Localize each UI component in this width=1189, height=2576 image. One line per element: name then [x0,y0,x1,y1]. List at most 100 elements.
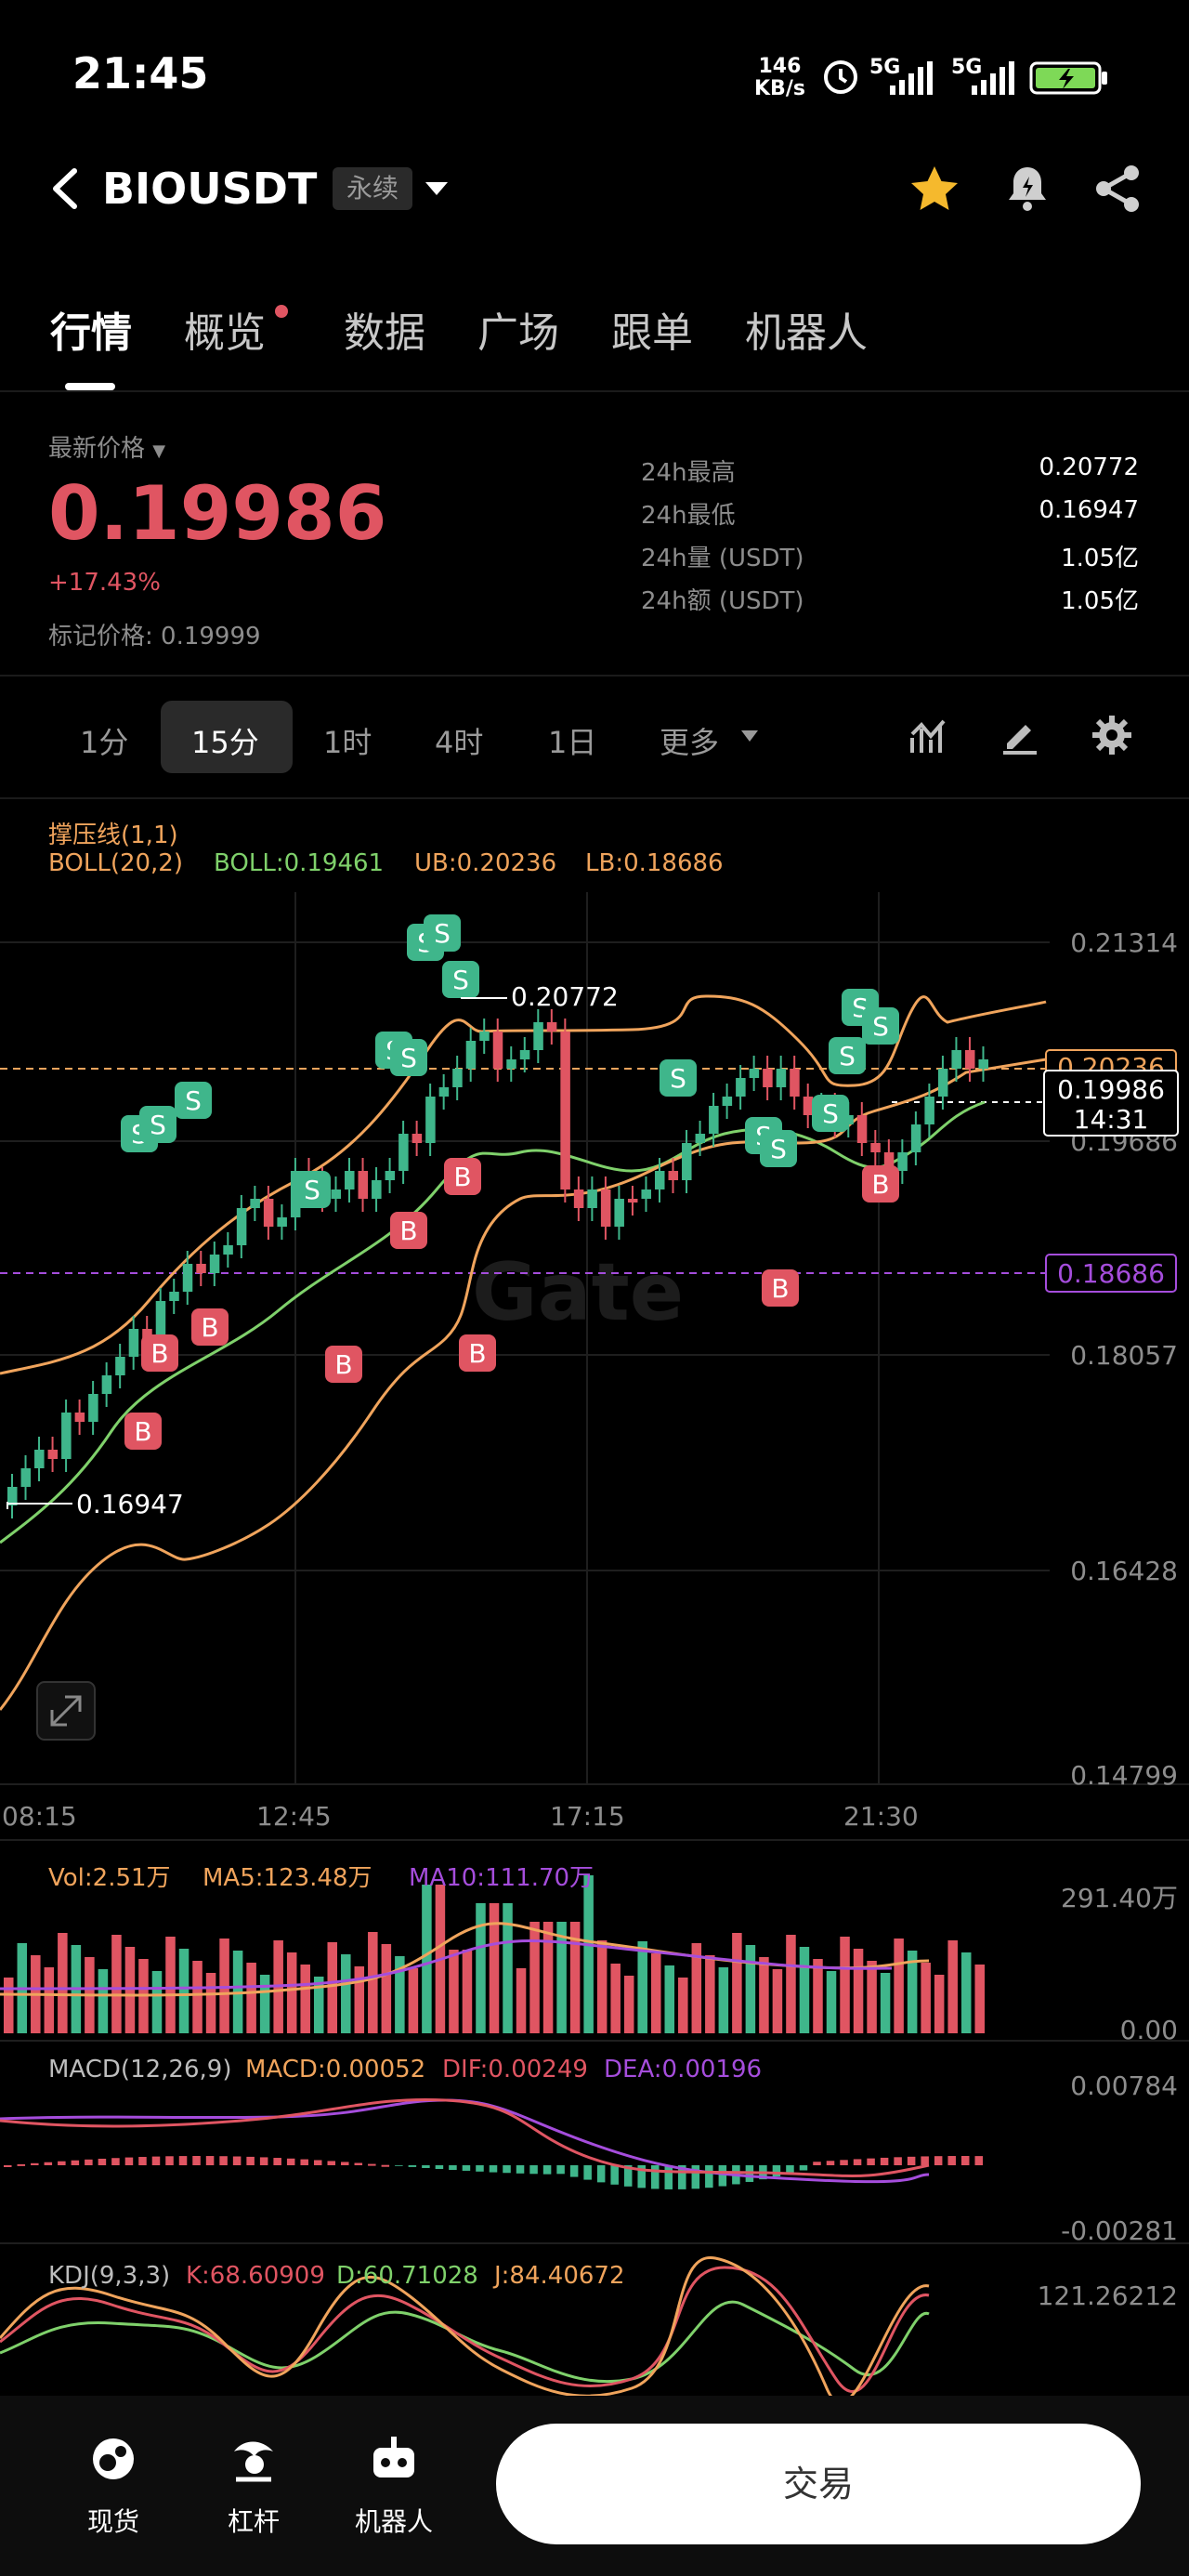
interval-more[interactable]: 更多 [660,719,719,762]
volume-bar [205,1973,216,2033]
sell-marker[interactable]: S [175,1082,212,1119]
macd-name: MACD(12,26,9) [48,2056,232,2083]
macd-bar [476,2165,484,2172]
candle [182,1264,193,1292]
interval-4h[interactable]: 4时 [435,719,483,762]
candle [61,1413,72,1459]
candle [385,1171,396,1180]
tab-square[interactable]: 广场 [477,299,559,359]
sell-marker[interactable]: S [812,1095,849,1132]
sell-marker[interactable]: S [829,1037,866,1074]
symbol-title[interactable]: BIOUSDT [102,164,317,214]
candle [790,1069,800,1097]
sell-marker[interactable]: S [442,961,479,998]
tab-bots[interactable]: 机器人 [745,299,868,359]
spot-icon[interactable] [89,2435,137,2483]
macd-bar [219,2156,228,2165]
y-axis-label: 0.21314 [1070,927,1178,958]
svg-text:B: B [771,1273,789,1304]
volume-bar [58,1933,68,2033]
interval-1h[interactable]: 1时 [323,719,372,762]
sell-marker[interactable]: S [390,1039,427,1076]
buy-marker[interactable]: B [141,1334,178,1372]
kdj-j: J:84.40672 [494,2262,625,2290]
kline-chart[interactable]: Gate SSSSSSSSSSSSSSSSBBBBBBBBB 0.20772 0… [0,892,1189,2398]
draw-tool-icon[interactable] [1000,716,1040,756]
sell-marker[interactable]: S [660,1059,697,1097]
macd-bar [556,2165,565,2175]
volume-bar [934,1975,945,2033]
svg-text:S: S [839,1041,856,1071]
nav-bots-label[interactable]: 机器人 [343,2502,445,2539]
macd-bar [691,2165,700,2189]
tab-data[interactable]: 数据 [344,299,425,359]
buy-marker[interactable]: B [459,1334,496,1372]
candle [20,1468,32,1487]
buy-marker[interactable]: B [325,1346,362,1383]
nav-spot-label[interactable]: 现货 [62,2502,164,2539]
tab-market[interactable]: 行情 [50,299,132,359]
svg-text:B: B [871,1169,889,1200]
macd-bar [138,2157,147,2165]
fullscreen-icon[interactable] [36,1681,96,1741]
macd-dea: DEA:0.00196 [604,2056,763,2083]
trade-button[interactable]: 交易 [496,2424,1141,2544]
macd-bar [435,2165,444,2170]
sell-marker[interactable]: S [862,1007,899,1045]
buy-marker[interactable]: B [762,1269,799,1307]
indicators-icon[interactable] [908,716,949,756]
sell-marker[interactable]: S [294,1171,331,1208]
vol-axis-top: 291.40万 [1061,1883,1178,1913]
tab-copy-trading[interactable]: 跟单 [611,299,693,359]
share-icon[interactable] [1092,164,1143,214]
volume-bar [596,1940,608,2033]
favorite-star-icon[interactable] [908,164,960,214]
macd-dif: DIF:0.00249 [442,2056,588,2083]
candle [749,1069,760,1078]
macd-bar [232,2156,242,2165]
buy-marker[interactable]: B [191,1308,229,1346]
macd-bar [327,2161,336,2165]
buy-marker[interactable]: B [862,1165,899,1203]
volume-bar [300,1965,310,2033]
candle [614,1199,624,1227]
contract-type-tag[interactable]: 永续 [333,167,412,210]
svg-text:B: B [453,1162,471,1192]
sell-marker[interactable]: S [424,914,461,952]
battery-icon [1029,61,1107,95]
nav-leverage-label[interactable]: 杠杆 [203,2502,305,2539]
macd-bar [449,2165,457,2171]
price-alert-bell-icon[interactable] [1003,164,1052,214]
candle [856,1115,868,1143]
mark-price: 标记价格: 0.19999 [48,623,261,651]
macd-bar [867,2158,875,2165]
candle [492,1032,503,1069]
buy-marker[interactable]: B [124,1413,162,1450]
interval-15m[interactable]: 15分 [191,719,259,762]
macd-axis-top: 0.00784 [1070,2070,1178,2101]
settings-gear-icon[interactable] [1091,714,1133,756]
x-axis-label: 17:15 [550,1801,625,1832]
notification-dot [275,305,288,318]
candle [277,1217,287,1227]
macd-bar [529,2165,538,2175]
buy-marker[interactable]: B [390,1212,427,1249]
sell-marker[interactable]: S [760,1130,797,1167]
interval-1m[interactable]: 1分 [80,719,128,762]
macd-bar [772,2165,781,2177]
back-icon[interactable] [46,165,84,212]
interval-1d[interactable]: 1日 [548,719,596,762]
volume-bar [556,1922,567,2033]
volume-bar [880,1973,891,2033]
buy-marker[interactable]: B [444,1158,481,1195]
svg-text:S: S [452,965,469,995]
stat-label: 24h量 (USDT) [641,545,804,572]
sell-marker[interactable]: S [139,1106,176,1143]
robot-icon[interactable] [368,2433,420,2485]
symbol-dropdown-icon[interactable] [424,180,450,199]
macd-bar [381,2164,390,2167]
last-price-label[interactable]: 最新价格 ▼ [48,429,165,464]
more-dropdown-icon[interactable] [739,729,760,743]
leverage-icon[interactable] [227,2433,281,2485]
tab-overview[interactable]: 概览 [184,299,266,359]
